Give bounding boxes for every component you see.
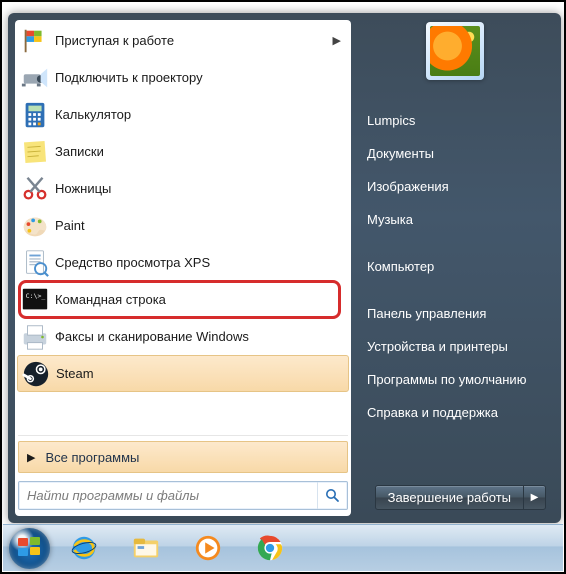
program-snipping-tool[interactable]: Ножницы: [17, 170, 349, 207]
right-link-pictures[interactable]: Изображения: [363, 170, 546, 203]
user-picture[interactable]: [426, 22, 484, 80]
start-left-pane: Приступая к работе ▶ Подключить к проектор…: [15, 20, 351, 516]
search-box[interactable]: Найти программы и файлы: [18, 481, 348, 510]
program-calculator[interactable]: Калькулятор: [17, 96, 349, 133]
svg-text:C:\>_: C:\>_: [26, 292, 46, 300]
program-label: Факсы и сканирование Windows: [55, 329, 345, 344]
xps-viewer-icon: [19, 247, 51, 279]
getting-started-icon: [19, 25, 51, 57]
program-label: Paint: [55, 218, 345, 233]
submenu-arrow-icon: ▶: [333, 34, 345, 47]
all-programs-arrow-icon: ▶: [27, 451, 35, 464]
program-steam[interactable]: Steam: [17, 355, 349, 392]
taskbar-chrome[interactable]: [242, 528, 298, 568]
taskbar: [3, 524, 563, 571]
start-menu: Приступая к работе ▶ Подключить к проектор…: [8, 13, 561, 523]
right-link-label: Lumpics: [367, 113, 415, 128]
program-connect-projector[interactable]: Подключить к проектору: [17, 59, 349, 96]
calculator-icon: [19, 99, 51, 131]
search-placeholder: Найти программы и файлы: [19, 482, 317, 509]
sticky-notes-icon: [19, 136, 51, 168]
connect-projector-icon: [19, 62, 51, 94]
right-link-control-panel[interactable]: Панель управления: [363, 297, 546, 330]
right-link-devices[interactable]: Устройства и принтеры: [363, 330, 546, 363]
steam-icon: [20, 358, 52, 390]
taskbar-media-player[interactable]: [180, 528, 236, 568]
right-link-default-programs[interactable]: Программы по умолчанию: [363, 363, 546, 396]
fax-scan-icon: [19, 321, 51, 353]
right-link-label: Устройства и принтеры: [367, 339, 508, 354]
right-link-help[interactable]: Справка и поддержка: [363, 396, 546, 429]
program-xps-viewer[interactable]: Средство просмотра XPS: [17, 244, 349, 281]
taskbar-explorer[interactable]: [118, 528, 174, 568]
right-link-user[interactable]: Lumpics: [363, 104, 546, 137]
right-link-label: Справка и поддержка: [367, 405, 498, 420]
shutdown-options-arrow-icon[interactable]: ▶: [523, 486, 545, 509]
start-button[interactable]: [9, 528, 50, 569]
all-programs-label: Все программы: [45, 450, 139, 465]
program-label: Записки: [55, 144, 345, 159]
right-link-label: Компьютер: [367, 259, 434, 274]
program-getting-started[interactable]: Приступая к работе ▶: [17, 22, 349, 59]
right-link-label: Панель управления: [367, 306, 486, 321]
right-links: Lumpics Документы Изображения Музыка Компьют…: [363, 104, 546, 429]
start-right-pane: Lumpics Документы Изображения Музыка Компьют…: [351, 20, 554, 516]
right-link-documents[interactable]: Документы: [363, 137, 546, 170]
separator: [18, 435, 348, 436]
program-sticky-notes[interactable]: Записки: [17, 133, 349, 170]
right-link-label: Документы: [367, 146, 434, 161]
right-link-label: Изображения: [367, 179, 449, 194]
snipping-tool-icon: [19, 173, 51, 205]
right-link-label: Музыка: [367, 212, 413, 227]
program-label: Подключить к проектору: [55, 70, 345, 85]
program-label: Steam: [56, 366, 344, 381]
program-list: Приступая к работе ▶ Подключить к проектор…: [17, 22, 349, 432]
shutdown-label: Завершение работы: [376, 486, 523, 509]
paint-icon: [19, 210, 51, 242]
right-link-music[interactable]: Музыка: [363, 203, 546, 236]
shutdown-button[interactable]: Завершение работы ▶: [375, 485, 546, 510]
command-prompt-icon: C:\>_: [19, 284, 51, 316]
program-fax-scan[interactable]: Факсы и сканирование Windows: [17, 318, 349, 355]
program-label: Калькулятор: [55, 107, 345, 122]
program-label: Приступая к работе: [55, 33, 329, 48]
search-icon[interactable]: [317, 482, 347, 509]
program-label: Ножницы: [55, 181, 345, 196]
program-paint[interactable]: Paint: [17, 207, 349, 244]
screenshot-frame: Приступая к работе ▶ Подключить к проектор…: [0, 0, 566, 574]
right-link-label: Программы по умолчанию: [367, 372, 526, 387]
program-label: Средство просмотра XPS: [55, 255, 345, 270]
all-programs[interactable]: ▶ Все программы: [18, 441, 348, 473]
program-command-prompt[interactable]: C:\>_ Командная строка: [17, 281, 349, 318]
taskbar-ie[interactable]: [56, 528, 112, 568]
right-link-computer[interactable]: Компьютер: [363, 250, 546, 283]
program-label: Командная строка: [55, 292, 345, 307]
user-picture-frame: [363, 20, 546, 100]
